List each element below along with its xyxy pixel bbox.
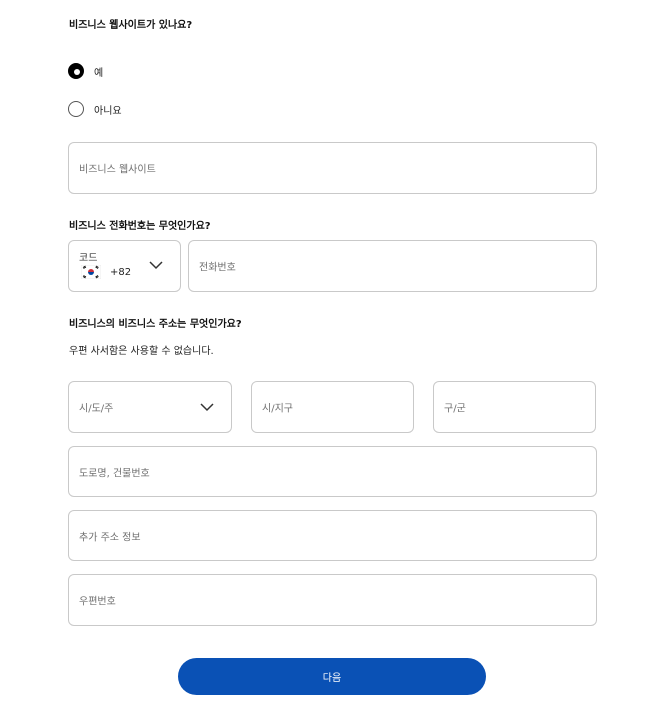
- radio-option-no[interactable]: 아니요: [68, 101, 122, 117]
- chevron-down-icon: [200, 403, 214, 412]
- street-address-input[interactable]: 도로명, 건물번호: [68, 446, 597, 497]
- radio-label-yes: 예: [94, 67, 104, 79]
- radio-unselected-icon[interactable]: [68, 101, 84, 117]
- district-input[interactable]: 구/군: [433, 381, 596, 433]
- country-code-select[interactable]: 코드 +82: [68, 240, 181, 292]
- extra-address-placeholder: 추가 주소 정보: [79, 532, 141, 543]
- state-select[interactable]: 시/도/주: [68, 381, 232, 433]
- country-code-value: +82: [110, 267, 132, 278]
- next-button[interactable]: 다음: [178, 658, 486, 695]
- postal-code-input[interactable]: 우편번호: [68, 574, 597, 626]
- radio-option-yes[interactable]: 예: [68, 63, 103, 79]
- city-input[interactable]: 시/지구: [251, 381, 414, 433]
- phone-placeholder: 전화번호: [199, 262, 236, 274]
- website-placeholder: 비즈니스 웹사이트: [79, 164, 156, 176]
- radio-selected-icon[interactable]: [68, 63, 84, 79]
- city-placeholder: 시/지구: [262, 403, 293, 415]
- district-placeholder: 구/군: [444, 403, 466, 415]
- phone-input[interactable]: 전화번호: [188, 240, 597, 292]
- extra-address-input[interactable]: 추가 주소 정보: [68, 510, 597, 561]
- radio-label-no: 아니요: [94, 105, 122, 117]
- south-korea-flag-icon: [81, 265, 101, 279]
- phone-question: 비즈니스 전화번호는 무엇인가요?: [69, 221, 211, 232]
- po-box-note: 우편 사서함은 사용할 수 없습니다.: [69, 346, 214, 357]
- chevron-down-icon: [149, 261, 163, 270]
- website-input[interactable]: 비즈니스 웹사이트: [68, 142, 597, 194]
- country-code-label: 코드: [79, 253, 98, 264]
- state-placeholder: 시/도/주: [79, 403, 114, 415]
- address-question: 비즈니스의 비즈니스 주소는 무엇인가요?: [69, 319, 242, 330]
- postal-code-placeholder: 우편번호: [79, 596, 116, 608]
- website-question: 비즈니스 웹사이트가 있나요?: [69, 20, 193, 31]
- street-placeholder: 도로명, 건물번호: [79, 468, 150, 479]
